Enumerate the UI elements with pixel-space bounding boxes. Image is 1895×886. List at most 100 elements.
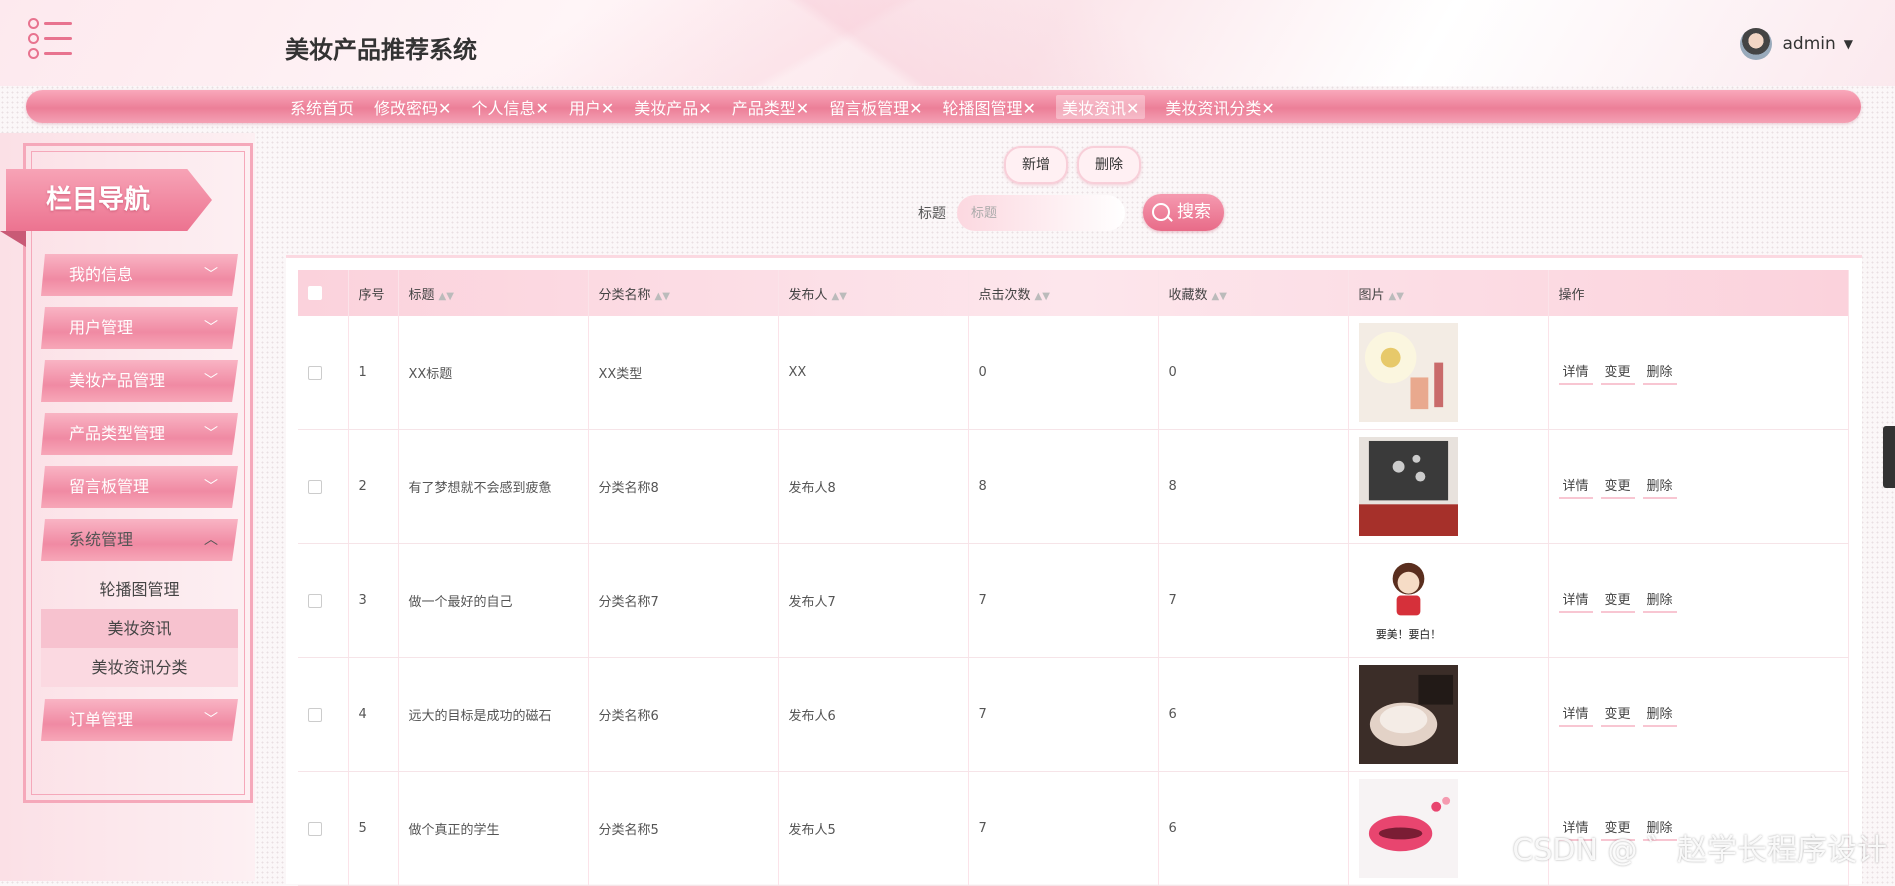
- submenu-item-carousel[interactable]: 轮播图管理: [41, 570, 238, 609]
- sidebar-title: 栏目导航: [6, 169, 212, 231]
- table-row: 3 做一个最好的自己 分类名称7 发布人7 7 7 要美！要白！ 详情 变更 删…: [298, 543, 1849, 658]
- submenu-item-news-category[interactable]: 美妆资讯分类: [41, 648, 238, 687]
- row-checkbox[interactable]: [308, 821, 322, 836]
- tab-product-types[interactable]: 产品类型✕: [732, 95, 809, 119]
- news-table: 序号 标题 ▲▼ 分类名称 ▲▼ 发布人 ▲▼ 点击次数 ▲▼ 收藏数 ▲▼ 图片 ▲▼ 操…: [298, 270, 1849, 886]
- avatar: [1740, 28, 1773, 60]
- tab-change-password[interactable]: 修改密码✕: [374, 95, 451, 119]
- tab-news-category[interactable]: 美妆资讯分类✕: [1165, 95, 1274, 119]
- cell-publisher: 发布人8: [778, 429, 969, 544]
- search-button[interactable]: 搜索: [1143, 194, 1224, 231]
- sidebar-item-order-management[interactable]: 订单管理 ﹀: [41, 699, 238, 741]
- app-title: 美妆产品推荐系统: [285, 36, 477, 64]
- watermark: CSDN @ ゛赵学长程序设计: [1512, 833, 1887, 868]
- cell-clicks: 8: [968, 429, 1159, 544]
- table-panel: 序号 标题 ▲▼ 分类名称 ▲▼ 发布人 ▲▼ 点击次数 ▲▼ 收藏数 ▲▼ 图片 ▲▼ 操…: [286, 255, 1862, 886]
- lips-art-image: [1358, 779, 1458, 878]
- sidebar-item-product-type-management[interactable]: 产品类型管理 ﹀: [41, 413, 238, 455]
- add-button[interactable]: 新增: [1004, 146, 1068, 184]
- submenu-item-beauty-news[interactable]: 美妆资讯: [41, 609, 238, 648]
- sidebar-item-message-board[interactable]: 留言板管理 ﹀: [41, 466, 238, 508]
- sidebar-item-my-info[interactable]: 我的信息 ﹀: [41, 254, 238, 296]
- col-no: 序号: [348, 270, 399, 316]
- row-checkbox[interactable]: [308, 479, 322, 494]
- row-checkbox[interactable]: [308, 707, 322, 722]
- delete-button[interactable]: 删除: [1642, 703, 1677, 727]
- sidebar-item-product-management[interactable]: 美妆产品管理 ﹀: [41, 360, 238, 402]
- cell-category: 分类名称6: [588, 657, 779, 772]
- cell-no: 5: [348, 771, 399, 886]
- cell-clicks: 7: [968, 771, 1159, 886]
- table-row: 4 远大的目标是成功的磁石 分类名称6 发布人6 7 6 详情 变更 删除: [298, 657, 1849, 772]
- edit-button[interactable]: 变更: [1600, 361, 1635, 385]
- cell-publisher: 发布人5: [778, 771, 969, 886]
- tab-message-board[interactable]: 留言板管理✕: [829, 95, 922, 119]
- chevron-down-icon: ﹀: [204, 426, 218, 442]
- tab-home[interactable]: 系统首页: [290, 95, 354, 119]
- col-title[interactable]: 标题 ▲▼: [398, 270, 589, 316]
- batch-delete-button[interactable]: 删除: [1077, 146, 1141, 184]
- cell-clicks: 0: [968, 316, 1159, 430]
- cell-category: 分类名称7: [588, 543, 779, 658]
- sidebar-submenu: 轮播图管理 美妆资讯 美妆资讯分类: [41, 570, 238, 687]
- delete-button[interactable]: 删除: [1642, 475, 1677, 499]
- tab-users[interactable]: 用户✕: [569, 95, 614, 119]
- cell-favorites: 6: [1158, 657, 1349, 772]
- chevron-down-icon: ﹀: [204, 712, 218, 728]
- cell-favorites: 8: [1158, 429, 1349, 544]
- cell-no: 4: [348, 657, 399, 772]
- edit-button[interactable]: 变更: [1600, 589, 1635, 613]
- side-scroll-handle[interactable]: [1883, 426, 1895, 488]
- cell-publisher: XX: [778, 316, 969, 430]
- header: 美妆产品推荐系统 admin ▼: [0, 0, 1895, 86]
- detail-button[interactable]: 详情: [1558, 703, 1593, 727]
- cell-title: 做个真正的学生: [398, 771, 589, 886]
- chevron-up-icon: ︿: [204, 532, 218, 548]
- sidebar-item-system-management[interactable]: 系统管理 ︿: [41, 519, 238, 561]
- sort-icon: ▲▼: [1034, 290, 1050, 302]
- user-menu[interactable]: admin ▼: [1740, 28, 1853, 60]
- col-image[interactable]: 图片 ▲▼: [1348, 270, 1549, 316]
- flower-cosmetics-image: [1358, 323, 1458, 422]
- cell-clicks: 7: [968, 657, 1159, 772]
- detail-button[interactable]: 详情: [1558, 361, 1593, 385]
- edit-button[interactable]: 变更: [1600, 475, 1635, 499]
- row-checkbox[interactable]: [308, 365, 322, 380]
- menu-toggle-icon[interactable]: [28, 18, 74, 60]
- search-input[interactable]: [957, 195, 1125, 231]
- sidebar-item-user-management[interactable]: 用户管理 ﹀: [41, 307, 238, 349]
- sort-icon: ▲▼: [654, 290, 670, 302]
- table-row: 1 XX标题 XX类型 XX 0 0 详情 变更 删除: [298, 316, 1849, 430]
- sort-icon: ▲▼: [1211, 290, 1227, 302]
- tab-beauty-products[interactable]: 美妆产品✕: [634, 95, 711, 119]
- detail-button[interactable]: 详情: [1558, 589, 1593, 613]
- delete-button[interactable]: 删除: [1642, 361, 1677, 385]
- table-header-row: 序号 标题 ▲▼ 分类名称 ▲▼ 发布人 ▲▼ 点击次数 ▲▼ 收藏数 ▲▼ 图片 ▲▼ 操…: [298, 270, 1849, 316]
- detail-button[interactable]: 详情: [1558, 475, 1593, 499]
- cell-category: 分类名称8: [588, 429, 779, 544]
- col-category[interactable]: 分类名称 ▲▼: [588, 270, 779, 316]
- col-actions: 操作: [1548, 270, 1849, 316]
- powder-image: [1358, 665, 1458, 764]
- tab-profile[interactable]: 个人信息✕: [471, 95, 548, 119]
- cell-favorites: 6: [1158, 771, 1349, 886]
- cell-favorites: 0: [1158, 316, 1349, 430]
- select-all-checkbox[interactable]: [308, 286, 322, 300]
- chalkboard-room-image: [1358, 437, 1458, 536]
- col-clicks[interactable]: 点击次数 ▲▼: [968, 270, 1159, 316]
- edit-button[interactable]: 变更: [1600, 703, 1635, 727]
- caret-down-icon: ▼: [1843, 37, 1853, 51]
- row-checkbox[interactable]: [308, 593, 322, 608]
- tab-beauty-news[interactable]: 美妆资讯✕: [1055, 94, 1146, 119]
- cell-publisher: 发布人6: [778, 657, 969, 772]
- chevron-down-icon: ﹀: [204, 373, 218, 389]
- search-label: 标题: [918, 206, 946, 222]
- cell-title: 做一个最好的自己: [398, 543, 589, 658]
- chevron-down-icon: ﹀: [204, 320, 218, 336]
- cell-title: 有了梦想就不会感到疲惫: [398, 429, 589, 544]
- col-favorites[interactable]: 收藏数 ▲▼: [1158, 270, 1349, 316]
- delete-button[interactable]: 删除: [1642, 589, 1677, 613]
- cell-title: XX标题: [398, 316, 589, 430]
- tab-carousel[interactable]: 轮播图管理✕: [943, 95, 1036, 119]
- col-publisher[interactable]: 发布人 ▲▼: [778, 270, 969, 316]
